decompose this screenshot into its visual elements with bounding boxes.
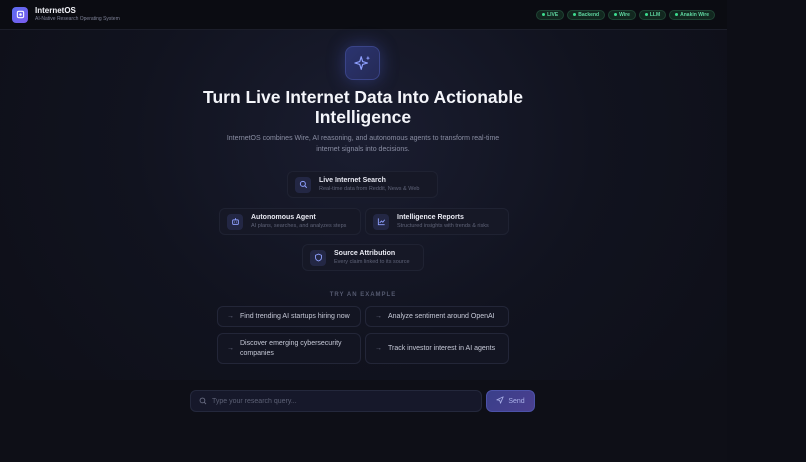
feature-desc: AI plans, searches, and analyzes steps (251, 223, 347, 229)
status-pill-label: LLM (649, 11, 661, 18)
example-prompt-text: Track investor interest in AI agents (388, 344, 496, 352)
sparkles-icon (345, 46, 380, 80)
brand-title: InternetOS (35, 6, 76, 15)
status-pill-live: LIVE (536, 9, 565, 20)
search-icon (295, 176, 311, 193)
status-pill-llm: LLM (638, 9, 667, 20)
research-query-box[interactable] (190, 390, 482, 412)
example-prompt-text: Discover emerging cybersecurity companie… (240, 339, 342, 357)
send-label: Send (508, 397, 525, 405)
status-dot-icon (573, 13, 577, 16)
status-dot-icon (675, 13, 679, 16)
example-prompt-button[interactable]: → Track investor interest in AI agents (365, 333, 509, 364)
example-prompt-button[interactable]: → Analyze sentiment around OpenAI (365, 306, 509, 327)
arrow-right-icon: → (375, 344, 382, 352)
example-prompt-button[interactable]: → Find trending AI startups hiring now (217, 306, 361, 327)
status-pill-backend: Backend (567, 9, 606, 20)
status-pills: LIVE Backend Wire LLM Anakin Wire (536, 9, 715, 20)
status-dot-icon (644, 13, 648, 16)
robot-icon (227, 213, 243, 230)
example-prompt-button[interactable]: → Discover emerging cybersecurity compan… (217, 333, 361, 364)
app-main: InternetOS AI-Native Research Operating … (0, 0, 727, 462)
send-button[interactable]: Send (486, 390, 535, 412)
feature-text: Live Internet Search Real-time data from… (319, 176, 419, 193)
feature-card-live-search: Live Internet Search Real-time data from… (287, 171, 438, 198)
feature-title: Autonomous Agent (251, 214, 316, 221)
page-title: Turn Live Internet Data Into Actionable … (180, 87, 546, 127)
status-pill-label: Anakin Wire (680, 11, 709, 18)
feature-text: Source Attribution Every claim linked to… (334, 249, 410, 266)
example-prompt-text: Find trending AI startups hiring now (240, 312, 350, 320)
top-header: InternetOS AI-Native Research Operating … (0, 0, 727, 30)
feature-card-autonomous-agent: Autonomous Agent AI plans, searches, and… (219, 208, 361, 235)
right-empty-area (727, 0, 806, 462)
feature-desc: Real-time data from Reddit, News & Web (319, 186, 420, 192)
feature-card-source-attribution: Source Attribution Every claim linked to… (302, 244, 424, 271)
brand-subtitle: AI-Native Research Operating System (35, 16, 120, 22)
title-line-1: Turn Live Internet Data Into Actionable (203, 87, 523, 107)
title-line-2: Intelligence (314, 107, 412, 127)
feature-desc: Structured insights with trends & risks (397, 223, 489, 229)
arrow-right-icon: → (227, 344, 234, 352)
status-pill-label: LIVE (547, 11, 559, 18)
status-pill-anakin-wire: Anakin Wire (669, 9, 715, 20)
status-pill-wire: Wire (608, 9, 636, 20)
research-query-input[interactable] (212, 397, 473, 405)
status-pill-label: Backend (578, 11, 600, 18)
search-icon (199, 392, 207, 410)
brand: InternetOS AI-Native Research Operating … (35, 6, 120, 23)
send-icon (496, 396, 504, 406)
feature-text: Autonomous Agent AI plans, searches, and… (251, 213, 346, 230)
status-dot-icon (542, 13, 546, 16)
page-subtitle: InternetOS combines Wire, AI reasoning, … (226, 135, 500, 153)
chart-icon (373, 213, 389, 230)
feature-desc: Every claim linked to its source (334, 259, 410, 265)
shield-icon (310, 249, 326, 266)
app-logo-icon[interactable] (12, 6, 28, 23)
feature-title: Source Attribution (334, 250, 396, 257)
arrow-right-icon: → (227, 312, 234, 320)
status-dot-icon (614, 13, 618, 16)
status-pill-label: Wire (619, 11, 630, 18)
try-example-label: TRY AN EXAMPLE (329, 292, 397, 298)
feature-text: Intelligence Reports Structured insights… (397, 213, 489, 230)
arrow-right-icon: → (375, 312, 382, 320)
feature-title: Intelligence Reports (397, 214, 464, 221)
feature-title: Live Internet Search (319, 177, 386, 184)
feature-card-intelligence-reports: Intelligence Reports Structured insights… (365, 208, 509, 235)
example-prompt-text: Analyze sentiment around OpenAI (388, 312, 495, 320)
